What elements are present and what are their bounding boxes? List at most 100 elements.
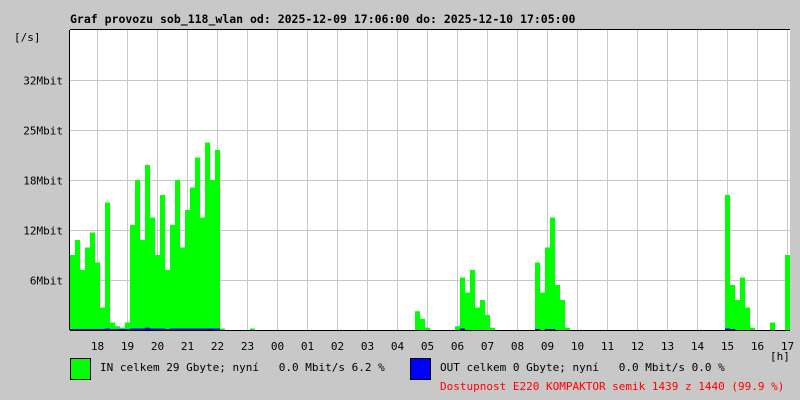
x-tick-label: 18 [91, 340, 104, 353]
x-tick-label: 01 [301, 340, 314, 353]
in-bar [490, 327, 495, 330]
x-axis-unit: [h] [770, 350, 790, 363]
in-bar [85, 247, 90, 330]
y-tick-label: 18Mbit [23, 175, 63, 188]
in-bar [185, 210, 190, 330]
in-bar [420, 318, 425, 330]
in-bar [165, 270, 170, 330]
out-bar [180, 328, 185, 330]
in-bar [545, 247, 550, 330]
x-tick-label: 21 [181, 340, 194, 353]
in-bar [730, 285, 735, 330]
out-bar [90, 329, 95, 330]
in-bar [145, 165, 150, 330]
x-tick-label: 15 [721, 340, 734, 353]
in-bar [735, 300, 740, 330]
in-bar [210, 180, 215, 330]
in-bar [475, 307, 480, 330]
out-bar [100, 329, 105, 330]
in-bar [130, 225, 135, 330]
out-bar [200, 328, 205, 330]
x-tick-label: 11 [601, 340, 614, 353]
y-tick-label: 12Mbit [23, 225, 63, 238]
out-bar [155, 328, 160, 330]
out-bar [545, 329, 550, 330]
in-bar [190, 187, 195, 330]
in-bar [155, 255, 160, 330]
in-bar [480, 300, 485, 330]
in-legend-text: IN celkem 29 Gbyte; nyní 0.0 Mbit/s 6.2 … [100, 361, 385, 374]
x-tick-label: 07 [481, 340, 494, 353]
in-bar [745, 307, 750, 330]
out-bar [730, 329, 735, 330]
in-bar [425, 327, 430, 330]
x-tick-label: 00 [271, 340, 284, 353]
in-bar [170, 225, 175, 330]
x-tick-label: 19 [121, 340, 134, 353]
out-bar [140, 328, 145, 330]
in-bar [75, 240, 80, 330]
in-bar [90, 232, 95, 330]
out-bar [135, 328, 140, 330]
x-tick-label: 10 [571, 340, 584, 353]
in-bar [95, 262, 100, 330]
in-bar [535, 262, 540, 330]
out-bar [185, 328, 190, 330]
out-bar [215, 328, 220, 330]
y-tick-label: 6Mbit [30, 275, 63, 288]
in-bar [770, 322, 775, 330]
x-tick-label: 14 [691, 340, 705, 353]
in-bar [750, 327, 755, 330]
out-bar [120, 329, 125, 330]
in-bar [725, 195, 730, 330]
traffic-graph: Graf provozu sob_118_wlan od: 2025-12-09… [0, 0, 800, 400]
out-bar [70, 329, 75, 330]
x-tick-label: 03 [361, 340, 374, 353]
in-bar [540, 292, 545, 330]
out-bar [160, 328, 165, 330]
in-bar [565, 327, 570, 330]
x-tick-label: 08 [511, 340, 524, 353]
out-legend-text: OUT celkem 0 Gbyte; nyní 0.0 Mbit/s 0.0 … [440, 361, 725, 374]
in-bar [200, 217, 205, 330]
out-bar [110, 329, 115, 330]
out-bar [725, 328, 730, 330]
in-bar [105, 202, 110, 330]
in-bar [455, 326, 460, 330]
y-tick-label: 25Mbit [23, 125, 63, 138]
out-bar [535, 329, 540, 330]
out-bar [75, 329, 80, 330]
availability-text: Dostupnost E220 KOMPAKTOR semik 1439 z 1… [440, 380, 785, 393]
in-bar [205, 142, 210, 330]
in-bar [125, 322, 130, 330]
x-tick-label: 06 [451, 340, 464, 353]
x-tick-label: 23 [241, 340, 254, 353]
out-bar [130, 328, 135, 330]
y-tick-label: 32Mbit [23, 75, 63, 88]
out-bar [460, 328, 465, 330]
in-legend-swatch [70, 358, 91, 380]
in-bar [70, 255, 75, 330]
in-bar [110, 322, 115, 330]
in-bar [415, 311, 420, 330]
out-bar [195, 328, 200, 330]
in-bar [175, 180, 180, 330]
in-bar [460, 277, 465, 330]
out-bar [175, 328, 180, 330]
in-bar [135, 180, 140, 330]
out-bar [170, 328, 175, 330]
out-legend-swatch [410, 358, 431, 380]
in-bar [80, 270, 85, 330]
in-bar [100, 307, 105, 330]
x-tick-label: 09 [541, 340, 554, 353]
out-bar [145, 327, 150, 330]
in-bar [555, 285, 560, 330]
out-bar [205, 328, 210, 330]
x-tick-label: 22 [211, 340, 224, 353]
x-tick-label: 13 [661, 340, 674, 353]
in-bar [465, 292, 470, 330]
out-bar [95, 329, 100, 330]
in-bar [180, 247, 185, 330]
in-bar [560, 300, 565, 330]
plot-area: 6Mbit 12Mbit 18Mbit 25Mbit 32Mbit 18 19 20 21 22 2… [23, 29, 794, 353]
